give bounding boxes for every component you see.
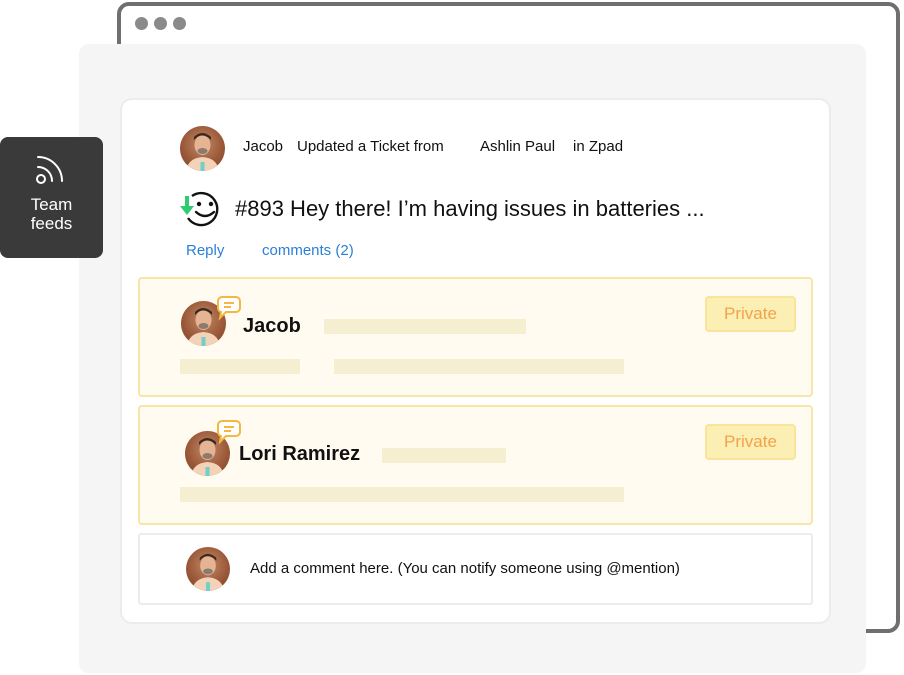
- person-photo-icon: [186, 133, 219, 171]
- text-placeholder: [324, 319, 526, 334]
- comment-bubble-icon: [217, 420, 241, 445]
- rss-feed-icon: [35, 156, 63, 184]
- private-badge: Private: [705, 424, 796, 460]
- comment-author[interactable]: Jacob: [243, 315, 301, 338]
- private-badge: Private: [705, 296, 796, 332]
- comment-item: Jacob Private: [138, 277, 813, 397]
- person-photo-icon: [191, 553, 225, 591]
- text-placeholder: [382, 448, 506, 463]
- comment-author[interactable]: Lori Ramirez: [239, 443, 360, 466]
- window-dot: [135, 17, 148, 30]
- window-dot: [173, 17, 186, 30]
- avatar[interactable]: [180, 126, 225, 171]
- team-feeds-label: Team feeds: [30, 195, 73, 233]
- location-text: in Zpad: [573, 138, 624, 155]
- happy-face-with-arrow-icon: [180, 191, 219, 227]
- text-placeholder: [334, 359, 624, 374]
- reply-link[interactable]: Reply: [186, 242, 224, 259]
- window-dot: [154, 17, 167, 30]
- team-feeds-button[interactable]: Team feeds: [0, 137, 103, 258]
- comment-input-placeholder[interactable]: Add a comment here. (You can notify some…: [250, 560, 680, 577]
- comment-composer[interactable]: Add a comment here. (You can notify some…: [138, 533, 813, 605]
- avatar: [186, 547, 230, 591]
- window-controls: [135, 17, 186, 30]
- comments-link[interactable]: comments (2): [262, 242, 354, 259]
- ticket-title[interactable]: #893 Hey there! I’m having issues in bat…: [235, 196, 705, 222]
- customer-name[interactable]: Ashlin Paul: [480, 138, 555, 155]
- text-placeholder: [180, 487, 624, 502]
- ticket-status: [178, 188, 224, 230]
- activity-text: Updated a Ticket from: [297, 138, 444, 155]
- comment-bubble-icon: [217, 296, 241, 321]
- actor-name[interactable]: Jacob: [243, 138, 283, 155]
- text-placeholder: [180, 359, 300, 374]
- comment-item: Lori Ramirez Private: [138, 405, 813, 525]
